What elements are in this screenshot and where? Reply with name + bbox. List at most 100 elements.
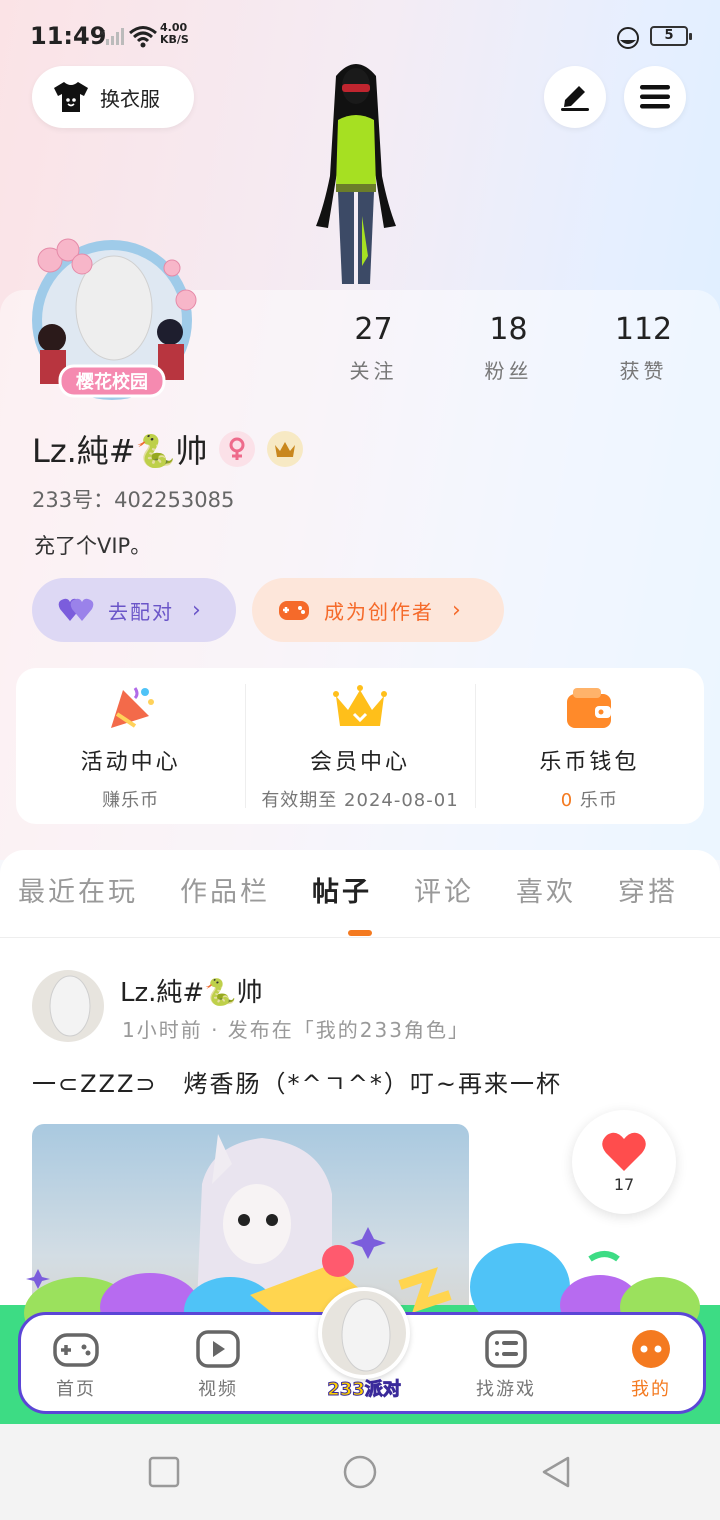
net-speed: 4.00 KB/S	[160, 22, 189, 46]
username-emoji: 🐍	[135, 432, 176, 470]
user-id-value: 402253085	[114, 488, 235, 512]
tab-outfits[interactable]: 穿搭	[618, 870, 678, 909]
change-outfit-button[interactable]: 换衣服	[32, 66, 194, 128]
gamepad-icon	[53, 1333, 99, 1367]
nav-video-label: 视频	[198, 1379, 238, 1400]
become-creator-button[interactable]: 成为创作者 ›	[252, 578, 504, 642]
tab-recently-played[interactable]: 最近在玩	[18, 870, 138, 909]
post-author-name[interactable]: Lz.純#🐍帅	[120, 972, 263, 1009]
post-author-prefix: Lz.純#	[120, 978, 205, 1008]
system-navigation-bar	[0, 1424, 720, 1520]
nav-find-games-label: 找游戏	[476, 1379, 536, 1400]
crown-icon	[332, 685, 387, 726]
svg-text:×: ×	[98, 28, 106, 39]
coin-wallet-title: 乐币钱包	[539, 750, 640, 775]
stat-following-label: 关注	[349, 359, 398, 383]
coin-wallet-link[interactable]: 乐币钱包 0 乐币	[474, 668, 704, 824]
back-icon[interactable]	[538, 1454, 574, 1490]
username-suffix: 帅	[175, 432, 208, 470]
character-avatar-figure[interactable]	[296, 56, 416, 288]
battery-indicator: 5	[650, 26, 692, 46]
chevron-right-icon: ›	[192, 597, 203, 623]
wifi-icon	[129, 26, 157, 48]
nav-home-label: 首页	[56, 1379, 96, 1400]
tab-works[interactable]: 作品栏	[180, 870, 270, 909]
tab-comments[interactable]: 评论	[414, 870, 474, 909]
home-icon[interactable]	[342, 1454, 378, 1490]
username: Lz.純#🐍帅	[32, 426, 207, 472]
shirt-icon	[54, 82, 88, 112]
heart-pair-icon	[58, 598, 94, 621]
nav-me-label: 我的	[631, 1379, 671, 1400]
heart-icon	[602, 1132, 646, 1171]
net-speed-unit: KB/S	[160, 33, 189, 46]
become-creator-label: 成为创作者	[324, 599, 434, 624]
user-id: 233号：402253085	[32, 484, 234, 514]
chevron-right-icon: ›	[452, 597, 463, 623]
username-row: Lz.純#🐍帅	[32, 426, 304, 472]
status-time: 11:49	[30, 22, 107, 50]
recent-apps-icon[interactable]	[146, 1454, 182, 1490]
activity-center-title: 活动中心	[80, 750, 181, 775]
stat-following-value: 27	[354, 312, 393, 347]
nav-find-games[interactable]: 找游戏	[461, 1329, 551, 1401]
tab-posts[interactable]: 帖子	[312, 870, 372, 909]
stat-followers-label: 粉丝	[484, 359, 533, 383]
vip-center-link[interactable]: 会员中心 有效期至 2024-08-01	[245, 668, 474, 824]
like-button[interactable]: 17	[572, 1110, 676, 1214]
vip-expiry: 有效期至 2024-08-01	[261, 790, 459, 811]
bottom-navigation: 首页 视频 233派对 找游戏 我的	[18, 1287, 706, 1414]
video-play-icon	[196, 1330, 240, 1368]
post-author-suffix: 帅	[236, 978, 263, 1008]
match-button-label: 去配对	[108, 599, 174, 624]
coin-unit: 乐币	[579, 790, 618, 811]
party-horn-icon	[110, 687, 154, 728]
coin-count: 0	[560, 790, 574, 811]
coin-wallet-balance: 0 乐币	[561, 786, 618, 812]
crown-badge-icon	[267, 431, 304, 467]
menu-icon	[640, 85, 670, 109]
post-text: 一⊂ZZZ⊃ 烤香肠（*^ㄱ^*）叮~再来一杯	[32, 1070, 562, 1098]
tab-likes[interactable]: 喜欢	[516, 870, 576, 909]
change-outfit-label: 换衣服	[100, 86, 160, 111]
gamepad-icon	[279, 601, 309, 620]
active-tab-indicator	[348, 930, 372, 936]
stat-likes-value: 112	[614, 312, 673, 347]
username-prefix: Lz.純#	[32, 432, 136, 470]
nav-home[interactable]: 首页	[31, 1329, 121, 1401]
menu-button[interactable]	[624, 66, 686, 128]
profile-avatar[interactable]: 樱花校园	[22, 228, 202, 408]
quick-links-card: 活动中心 赚乐币 会员中心 有效期至 2024-08-01 乐币钱包 0 乐币	[16, 668, 704, 824]
profile-face-icon	[632, 1330, 670, 1368]
activity-center-subtitle: 赚乐币	[102, 790, 160, 811]
wallet-icon	[567, 688, 612, 728]
do-not-disturb-icon	[617, 27, 639, 49]
stat-followers-value: 18	[489, 312, 528, 347]
vip-center-title: 会员中心	[309, 750, 410, 775]
nav-party-label: 233派对	[327, 1379, 402, 1401]
user-id-label: 233号：	[32, 488, 115, 512]
signal-icon: ×	[98, 28, 124, 45]
post-meta: 1小时前 · 发布在「我的233角色」	[122, 1018, 470, 1042]
edit-button[interactable]	[544, 66, 606, 128]
nav-party[interactable]: 233派对	[311, 1287, 417, 1417]
stat-following[interactable]: 27 关注	[306, 312, 441, 384]
party-avatar	[318, 1287, 410, 1379]
stat-likes-label: 获赞	[619, 359, 668, 383]
like-count: 17	[613, 1174, 635, 1194]
list-icon	[485, 1330, 527, 1368]
pen-icon	[561, 86, 589, 111]
avatar-frame-text: 樱花校园	[76, 371, 148, 393]
profile-stats: 27 关注 18 粉丝 112 获赞	[306, 312, 711, 384]
gender-female-icon	[219, 431, 256, 467]
stat-followers[interactable]: 18 粉丝	[441, 312, 576, 384]
match-button[interactable]: 去配对 ›	[32, 578, 236, 642]
nav-me[interactable]: 我的	[606, 1329, 696, 1401]
nav-video[interactable]: 视频	[173, 1329, 263, 1401]
post-author-avatar[interactable]	[32, 970, 104, 1042]
user-bio: 充了个VIP。	[34, 534, 152, 558]
profile-tabs: 最近在玩 作品栏 帖子 评论 喜欢 穿搭	[0, 850, 720, 938]
activity-center-link[interactable]: 活动中心 赚乐币	[16, 668, 245, 824]
stat-likes[interactable]: 112 获赞	[576, 312, 711, 384]
post-author-emoji: 🐍	[204, 978, 237, 1008]
